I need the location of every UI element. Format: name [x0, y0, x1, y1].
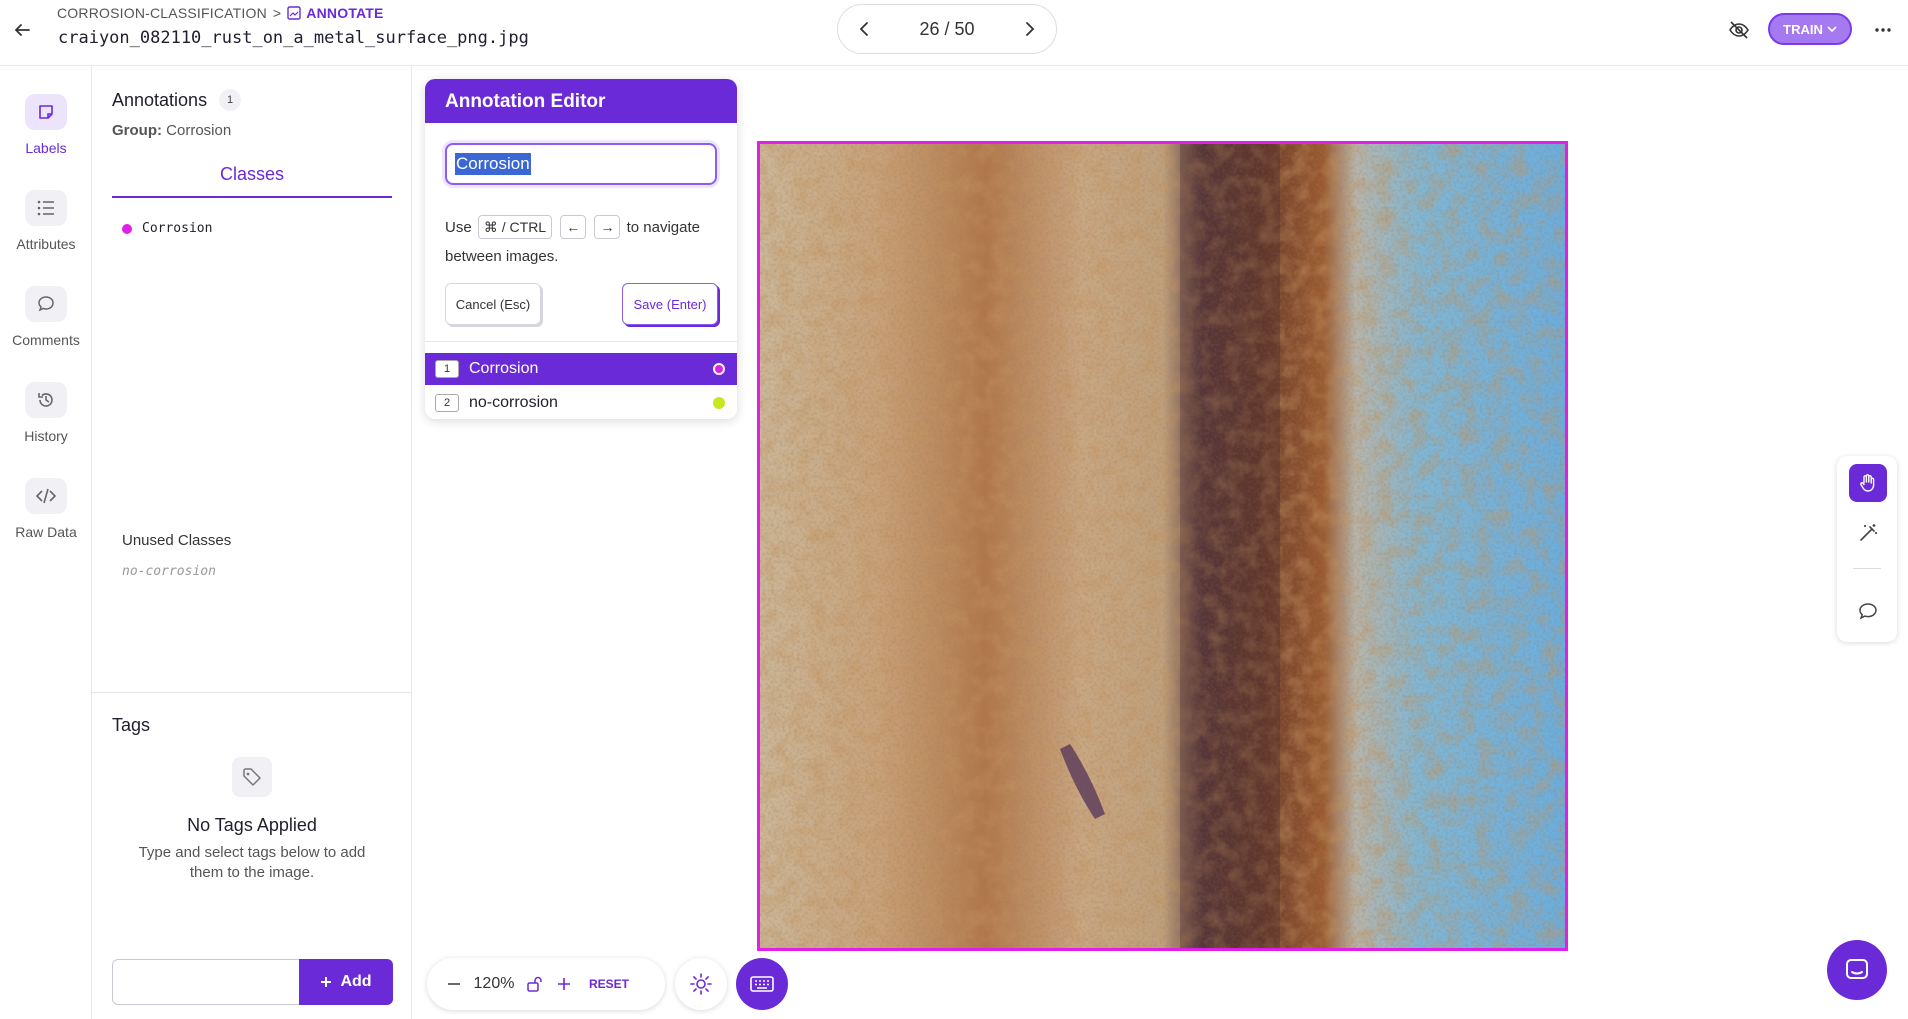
chevron-down-icon — [1827, 26, 1837, 33]
annotate-icon — [287, 6, 301, 20]
rail-label-labels: Labels — [25, 140, 67, 156]
option-number: 2 — [435, 394, 459, 412]
image-filename: craiyon_082110_rust_on_a_metal_surface_p… — [58, 28, 529, 48]
code-icon — [25, 478, 67, 514]
comment-icon — [25, 286, 67, 322]
reset-zoom-button[interactable]: RESET — [579, 977, 639, 991]
class-name-input-value: Corrosion — [455, 153, 531, 175]
tab-classes[interactable]: Classes — [112, 164, 392, 198]
image-pager: 26 / 50 — [837, 4, 1057, 54]
group-value: Corrosion — [166, 122, 232, 139]
cancel-button[interactable]: Cancel (Esc) — [445, 283, 541, 325]
annotations-heading: Annotations 1 — [112, 89, 242, 111]
list-icon — [25, 190, 67, 226]
train-label: TRAIN — [1783, 21, 1823, 37]
tag-input[interactable] — [112, 959, 300, 1005]
add-tag-label: Add — [340, 973, 372, 990]
group-label: Group: — [112, 122, 162, 139]
annotations-panel: Annotations 1 Group: Corrosion Classes C… — [92, 66, 412, 1019]
option-color-dot — [713, 397, 725, 409]
zoom-level: 120% — [473, 975, 515, 992]
more-options-icon[interactable] — [1870, 18, 1896, 42]
breadcrumb-separator: > — [272, 5, 282, 21]
rail-label-history: History — [24, 428, 68, 444]
canvas-tools — [1837, 456, 1897, 642]
keyboard-icon[interactable] — [736, 958, 788, 1010]
tools-divider — [1853, 568, 1881, 569]
tag-icon — [232, 757, 272, 797]
hint-use: Use — [445, 219, 472, 236]
rail-item-history[interactable]: History — [0, 354, 92, 444]
zoom-in-icon[interactable] — [549, 969, 579, 999]
zoom-out-icon[interactable] — [439, 969, 469, 999]
save-button[interactable]: Save (Enter) — [622, 283, 718, 325]
rail-item-labels[interactable]: Labels — [0, 66, 92, 156]
breadcrumb: CORROSION-CLASSIFICATION > ANNOTATE — [57, 5, 384, 21]
annotations-title: Annotations — [112, 89, 208, 110]
class-option-no-corrosion[interactable]: 2 no-corrosion — [425, 387, 737, 419]
option-color-dot — [713, 363, 725, 375]
unused-class-item[interactable]: no-corrosion — [122, 564, 216, 579]
chevron-right-icon[interactable] — [1018, 17, 1042, 41]
annotations-count: 1 — [219, 89, 242, 111]
option-label: no-corrosion — [469, 394, 558, 411]
rail-item-raw-data[interactable]: Raw Data — [0, 450, 92, 540]
chevron-left-icon[interactable] — [852, 17, 876, 41]
option-label: Corrosion — [469, 360, 539, 377]
editor-divider — [425, 341, 737, 342]
rail-label-raw-data: Raw Data — [15, 524, 77, 540]
brightness-icon[interactable] — [675, 958, 727, 1010]
rail-label-attributes: Attributes — [16, 236, 76, 252]
left-rail: Labels Attributes Comments History Raw D… — [0, 66, 92, 1019]
class-item-label: Corrosion — [142, 221, 213, 236]
lock-open-icon[interactable] — [519, 969, 549, 999]
tags-empty-hint: Type and select tags below to add them t… — [138, 844, 366, 881]
rust-metal-image — [760, 144, 1565, 948]
breadcrumb-project[interactable]: CORROSION-CLASSIFICATION — [57, 5, 267, 21]
zoom-controls: 120% RESET — [427, 958, 665, 1010]
eye-off-icon[interactable] — [1726, 17, 1752, 43]
annotation-group: Group: Corrosion — [112, 122, 231, 139]
breadcrumb-current-label: ANNOTATE — [306, 5, 384, 21]
support-chat-icon[interactable] — [1827, 940, 1887, 1000]
option-number: 1 — [435, 360, 459, 378]
modifier-key: ⌘ / CTRL — [477, 215, 553, 239]
top-header: CORROSION-CLASSIFICATION > ANNOTATE crai… — [0, 0, 1908, 66]
tags-empty-title: No Tags Applied — [187, 815, 317, 835]
left-arrow-key: ← — [560, 215, 587, 239]
comment-tool-icon[interactable] — [1849, 592, 1887, 630]
label-icon — [25, 94, 67, 130]
navigation-hint: Use ⌘ / CTRL ← → to navigate between ima… — [445, 213, 725, 271]
tags-divider — [92, 692, 412, 693]
class-option-corrosion[interactable]: 1 Corrosion — [425, 353, 737, 385]
back-arrow-icon[interactable] — [10, 18, 34, 42]
pan-hand-icon[interactable] — [1849, 464, 1887, 502]
pager-count: 26 / 50 — [919, 18, 975, 39]
annotation-editor: Annotation Editor Corrosion Use ⌘ / CTRL… — [425, 79, 737, 419]
rail-item-attributes[interactable]: Attributes — [0, 162, 92, 252]
right-arrow-key: → — [594, 215, 621, 239]
class-name-input[interactable]: Corrosion — [445, 143, 717, 185]
class-item-corrosion[interactable]: Corrosion — [122, 221, 212, 236]
rail-item-comments[interactable]: Comments — [0, 258, 92, 348]
annotated-image[interactable] — [757, 141, 1568, 951]
unused-classes-title: Unused Classes — [122, 532, 232, 549]
class-color-dot — [122, 223, 132, 234]
plus-icon — [321, 977, 332, 987]
breadcrumb-current: ANNOTATE — [287, 5, 383, 21]
history-icon — [25, 382, 67, 418]
rail-label-comments: Comments — [12, 332, 80, 348]
editor-title: Annotation Editor — [425, 79, 737, 123]
magic-wand-icon[interactable] — [1849, 514, 1887, 552]
train-button[interactable]: TRAIN — [1768, 13, 1852, 45]
tags-title: Tags — [112, 715, 151, 735]
add-tag-button[interactable]: Add — [299, 959, 393, 1005]
